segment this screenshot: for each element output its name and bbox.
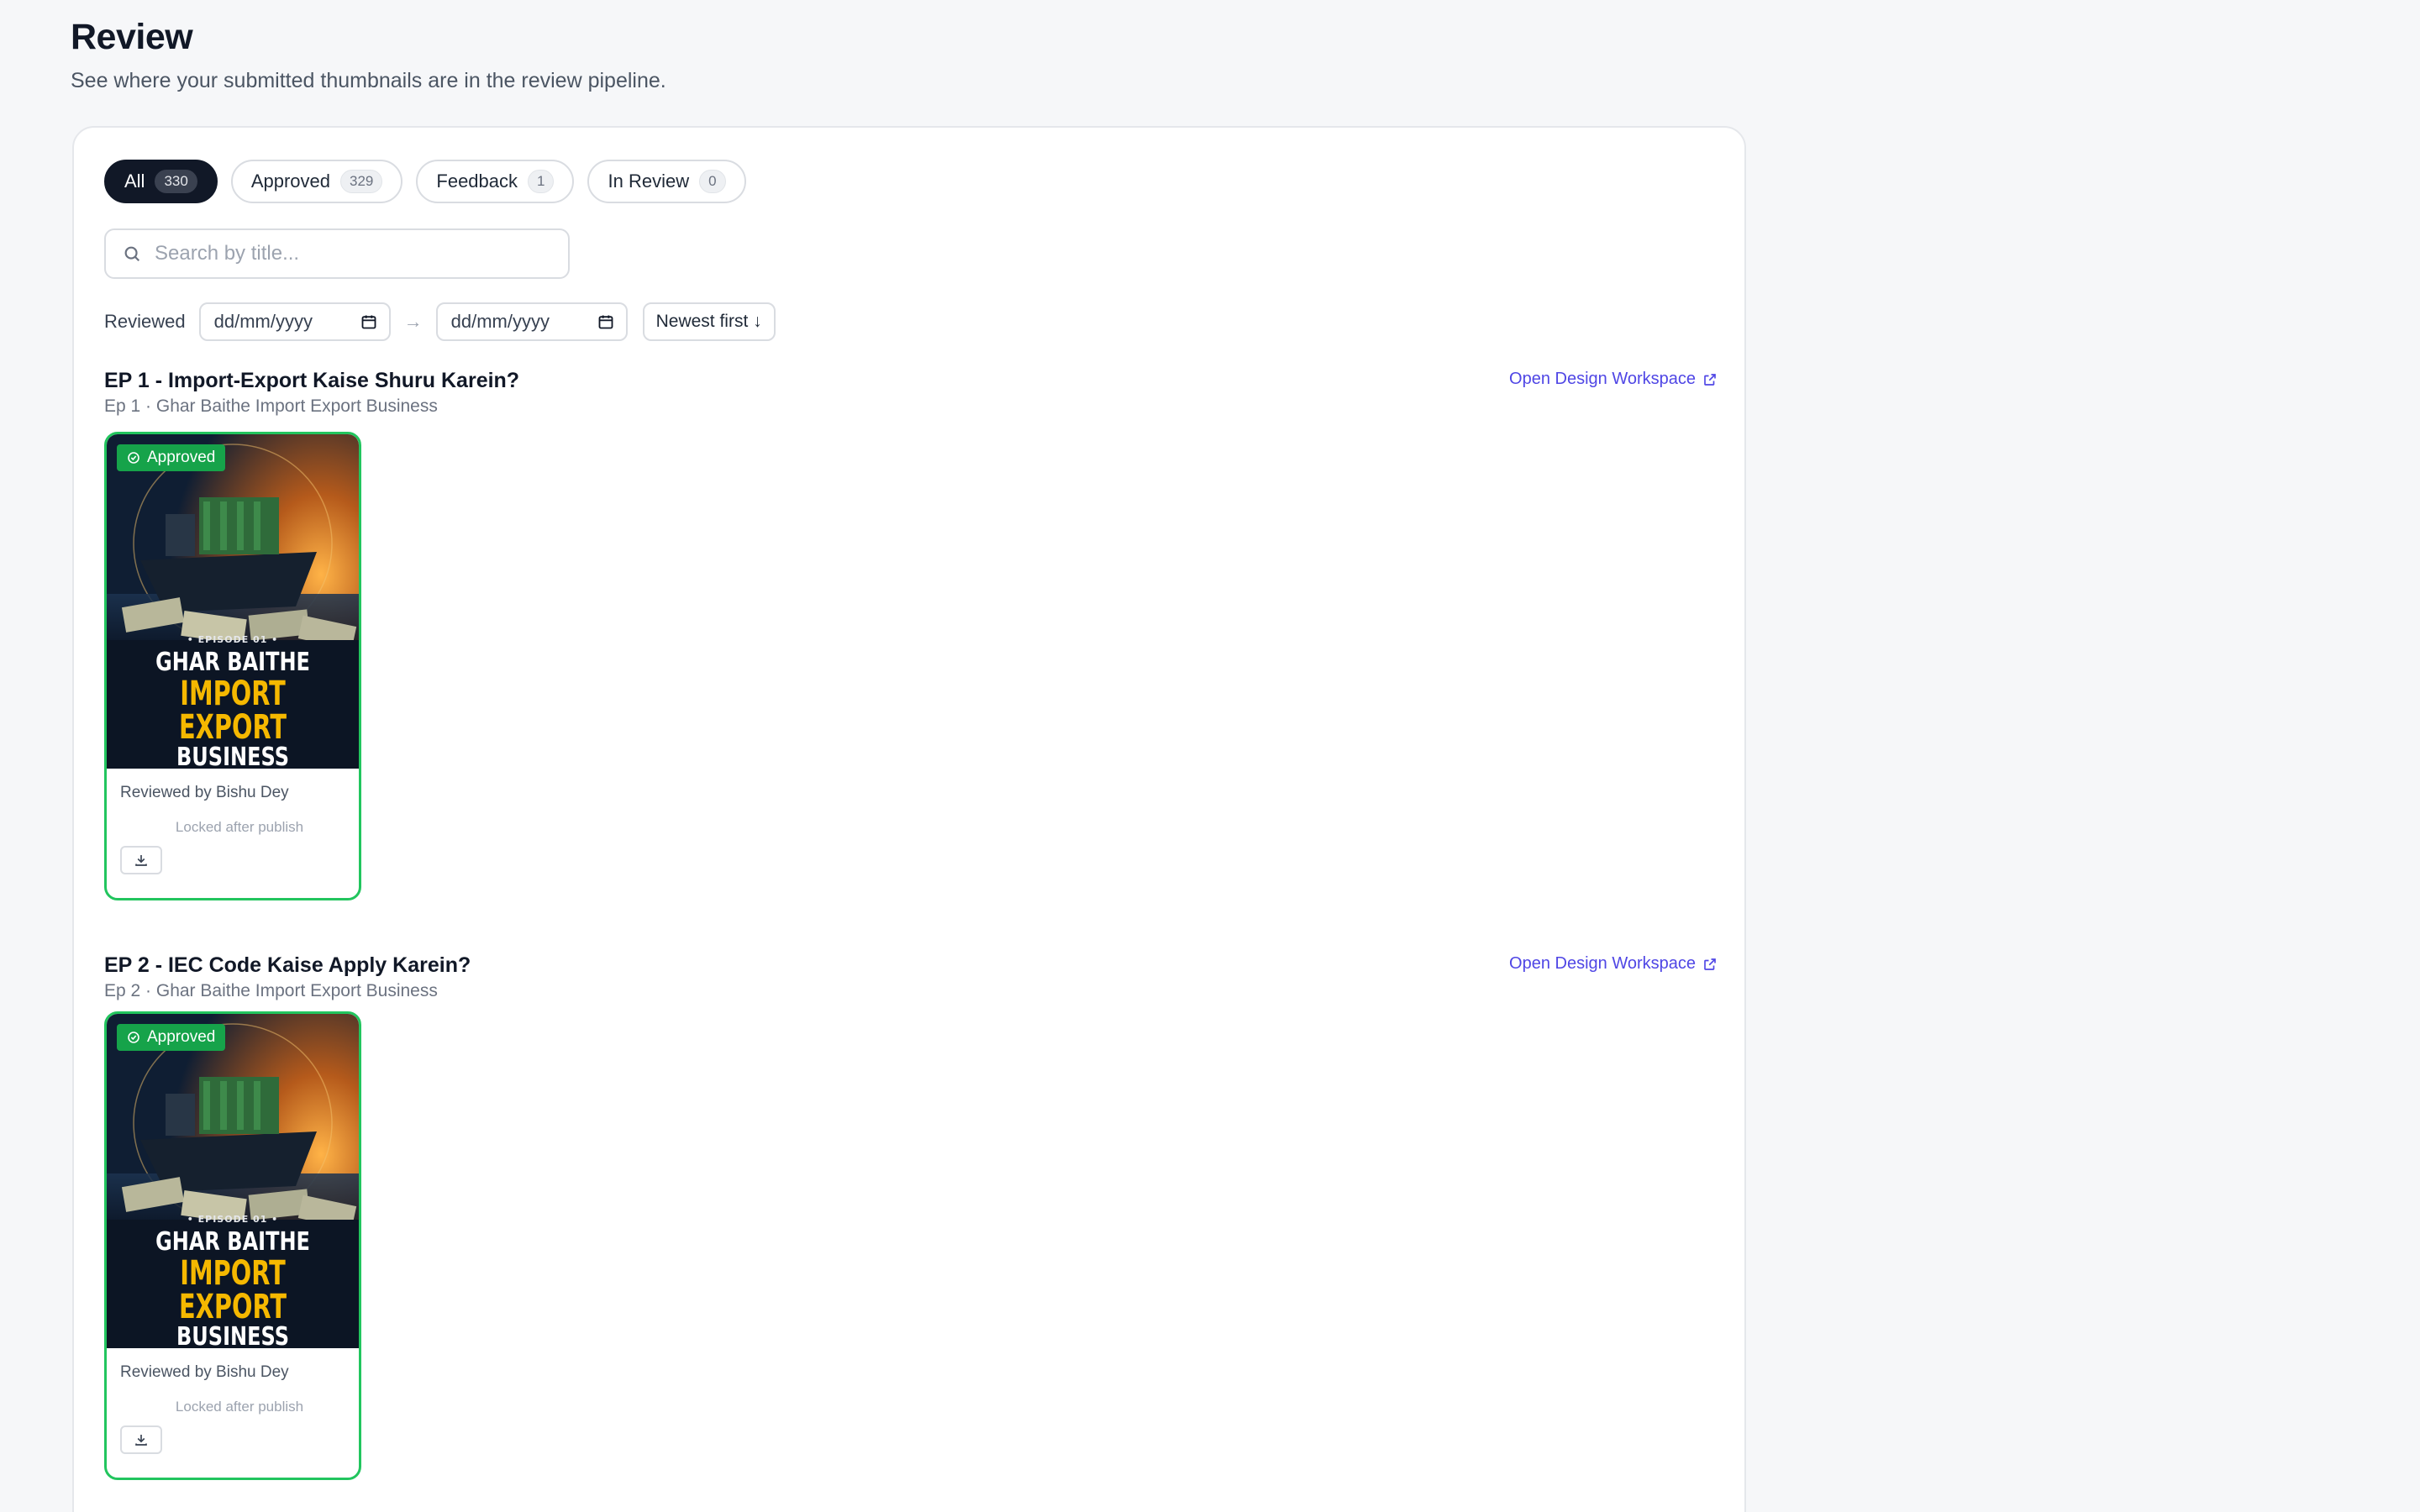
workspace-link-label: Open Design Workspace bbox=[1509, 370, 1696, 388]
tab-count: 0 bbox=[699, 170, 726, 193]
tab-feedback[interactable]: Feedback 1 bbox=[416, 160, 575, 203]
search-icon bbox=[124, 246, 140, 262]
tab-count: 1 bbox=[528, 170, 555, 193]
to-date-input[interactable]: dd/mm/yyyy bbox=[435, 302, 628, 341]
episode-title: EP 1 - Import-Export Kaise Shuru Karein? bbox=[104, 369, 520, 392]
thumbnail-line-1: GHAR BAITHE bbox=[155, 648, 310, 677]
tab-count: 329 bbox=[340, 170, 383, 193]
sort-dropdown[interactable]: Newest first ↓ bbox=[642, 302, 776, 341]
status-tabs: All 330 Approved 329 Feedback 1 In Revie… bbox=[104, 160, 746, 203]
check-circle-icon bbox=[128, 452, 139, 464]
from-date-value: dd/mm/yyyy bbox=[213, 311, 313, 332]
external-link-icon bbox=[1704, 958, 1716, 970]
thumbnail-card[interactable]: • EPISODE 01 • GHAR BAITHE IMPORT EXPORT… bbox=[104, 1011, 361, 1480]
thumbnail-text: • EPISODE 01 • GHAR BAITHE IMPORT EXPORT… bbox=[107, 1214, 359, 1348]
locked-text: Locked after publish bbox=[175, 819, 304, 835]
status-badge-label: Approved bbox=[147, 449, 216, 466]
locked-text: Locked after publish bbox=[175, 1399, 304, 1415]
tab-label: All bbox=[124, 171, 145, 192]
card-meta: Reviewed by Bishu Dey Locked after publi… bbox=[107, 769, 359, 874]
thumbnail-line-2: IMPORT EXPORT bbox=[178, 1254, 287, 1326]
open-design-workspace-link[interactable]: Open Design Workspace bbox=[1509, 370, 1718, 389]
open-design-workspace-link[interactable]: Open Design Workspace bbox=[1509, 954, 1718, 974]
page-title: Review bbox=[71, 17, 193, 57]
page-header: Review See where your submitted thumbnai… bbox=[71, 12, 666, 93]
download-icon bbox=[135, 1435, 147, 1446]
episode-subtitle: Ep 2 · Ghar Baithe Import Export Busines… bbox=[104, 981, 438, 1000]
card-meta: Reviewed by Bishu Dey Locked after publi… bbox=[107, 1348, 359, 1454]
thumbnail-line-2: IMPORT EXPORT bbox=[178, 675, 287, 747]
check-circle-icon bbox=[128, 1032, 139, 1043]
episode-title: EP 2 - IEC Code Kaise Apply Karein? bbox=[104, 953, 471, 977]
tab-all[interactable]: All 330 bbox=[104, 160, 218, 203]
from-date-input[interactable]: dd/mm/yyyy bbox=[198, 302, 391, 341]
download-button[interactable] bbox=[120, 1425, 162, 1454]
workspace-link-label: Open Design Workspace bbox=[1509, 954, 1696, 973]
tab-count: 330 bbox=[155, 170, 197, 193]
download-icon bbox=[135, 855, 147, 866]
reviewed-by-text: Reviewed by Bishu Dey bbox=[120, 784, 289, 801]
calendar-icon bbox=[598, 315, 613, 329]
episode-tag: • EPISODE 01 • bbox=[187, 1214, 279, 1225]
tab-label: In Review bbox=[608, 171, 690, 192]
episode-tag: • EPISODE 01 • bbox=[187, 634, 279, 645]
page-subtitle: See where your submitted thumbnails are … bbox=[71, 69, 666, 92]
to-date-value: dd/mm/yyyy bbox=[450, 311, 550, 332]
search-box bbox=[104, 228, 570, 279]
status-badge-label: Approved bbox=[147, 1028, 216, 1046]
tab-label: Feedback bbox=[436, 171, 518, 192]
search-input[interactable] bbox=[153, 241, 551, 266]
thumbnail-image[interactable]: • EPISODE 01 • GHAR BAITHE IMPORT EXPORT… bbox=[107, 434, 359, 769]
external-link-icon bbox=[1704, 373, 1716, 386]
tab-label: Approved bbox=[250, 171, 331, 192]
reviewed-by-text: Reviewed by Bishu Dey bbox=[120, 1363, 289, 1381]
calendar-icon bbox=[361, 315, 376, 329]
thumbnail-line-1: GHAR BAITHE bbox=[155, 1227, 310, 1257]
review-panel: All 330 Approved 329 Feedback 1 In Revie… bbox=[72, 126, 1746, 1512]
status-badge: Approved bbox=[117, 444, 226, 471]
status-badge: Approved bbox=[117, 1024, 226, 1051]
thumbnail-card[interactable]: • EPISODE 01 • GHAR BAITHE IMPORT EXPORT… bbox=[104, 432, 361, 900]
episode-group: EP 1 - Import-Export Kaise Shuru Karein?… bbox=[104, 366, 1718, 900]
review-page: Review See where your submitted thumbnai… bbox=[0, 0, 2420, 1512]
range-arrow: → bbox=[403, 311, 423, 332]
thumbnail-line-3: BUSINESS bbox=[176, 743, 289, 769]
episode-subtitle: Ep 1 · Ghar Baithe Import Export Busines… bbox=[104, 396, 438, 416]
thumbnail-text: • EPISODE 01 • GHAR BAITHE IMPORT EXPORT… bbox=[107, 634, 359, 769]
reviewed-label: Reviewed bbox=[104, 311, 186, 332]
download-button[interactable] bbox=[120, 846, 162, 874]
thumbnail-image[interactable]: • EPISODE 01 • GHAR BAITHE IMPORT EXPORT… bbox=[107, 1014, 359, 1348]
tab-approved[interactable]: Approved 329 bbox=[230, 160, 403, 203]
thumbnail-line-3: BUSINESS bbox=[176, 1322, 289, 1349]
tab-in-review[interactable]: In Review 0 bbox=[587, 160, 746, 203]
episode-group: EP 2 - IEC Code Kaise Apply Karein? Ep 2… bbox=[104, 951, 1718, 1480]
date-filters: Reviewed dd/mm/yyyy → dd/mm/yyyy Newest … bbox=[104, 302, 776, 341]
